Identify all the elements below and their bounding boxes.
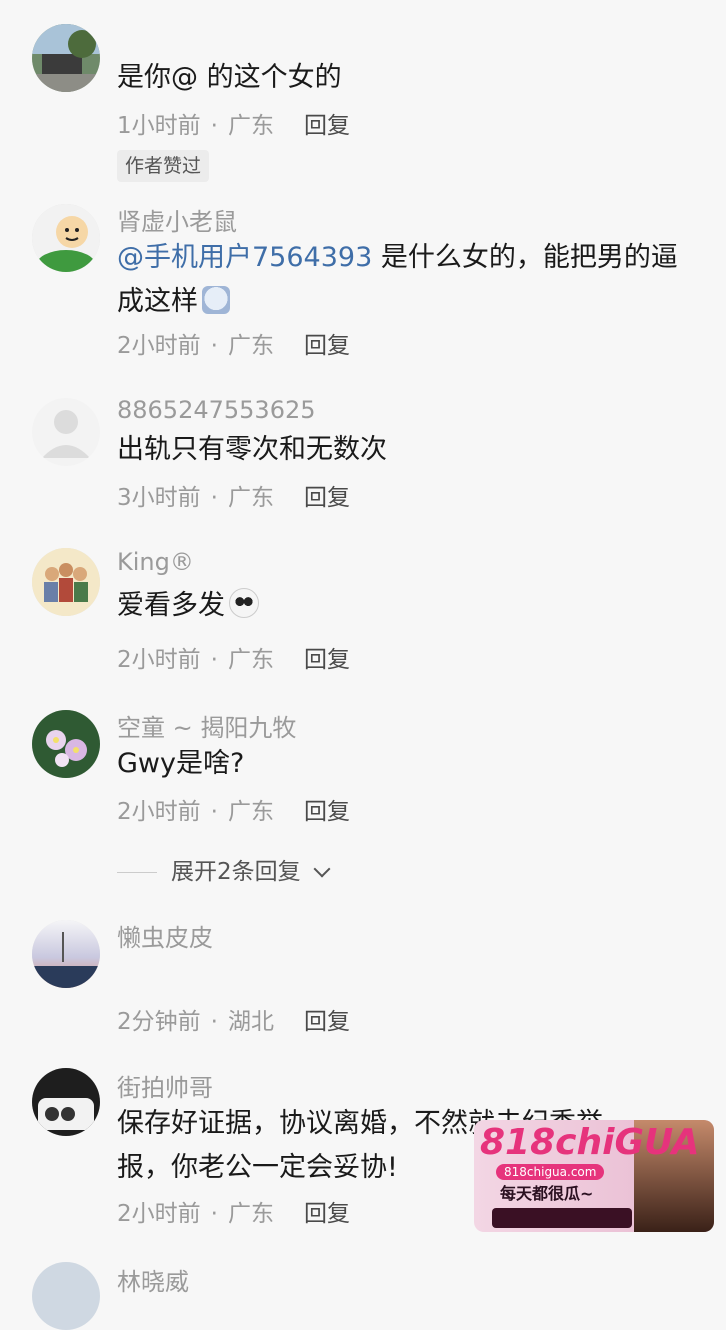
comment-text: @手机用户7564393 是什么女的，能把男的逼成这样 bbox=[117, 236, 687, 324]
comment-meta: 2小时前 · 广东 回复 bbox=[117, 647, 350, 673]
panda-emoji-icon bbox=[229, 588, 259, 618]
mention-link[interactable]: @手机用户7564393 bbox=[117, 242, 372, 273]
reply-button[interactable]: 回复 bbox=[304, 1009, 350, 1035]
comment-text-body: 爱看多发 bbox=[117, 590, 225, 621]
comment-meta: 2小时前 · 广东 回复 bbox=[117, 333, 350, 359]
ad-url: 818chigua.com bbox=[496, 1164, 605, 1180]
comment-username[interactable]: King® bbox=[117, 548, 194, 576]
comment-location: 广东 bbox=[227, 485, 274, 511]
comment-location: 广东 bbox=[227, 113, 274, 139]
comment-text: Gwy是啥? bbox=[117, 748, 245, 779]
avatar[interactable] bbox=[32, 24, 100, 92]
comment-time: 3小时前 bbox=[117, 485, 201, 511]
comment-time: 1小时前 bbox=[117, 113, 201, 139]
avatar-image-cartoon bbox=[32, 204, 100, 272]
comment-location: 广东 bbox=[227, 647, 274, 673]
avatar-image-flower bbox=[32, 710, 100, 778]
comment-username[interactable]: 懒虫皮皮 bbox=[117, 918, 213, 953]
avatar-image-house bbox=[32, 24, 100, 92]
comment-text: 出轨只有零次和无数次 bbox=[117, 434, 387, 465]
comment-username[interactable]: 肾虚小老鼠 bbox=[117, 202, 237, 237]
comment-time: 2小时前 bbox=[117, 647, 201, 673]
default-avatar-icon[interactable] bbox=[32, 398, 100, 466]
reply-button[interactable]: 回复 bbox=[304, 485, 350, 511]
reply-button[interactable]: 回复 bbox=[304, 1201, 350, 1227]
author-liked-badge: 作者赞过 bbox=[117, 150, 210, 182]
avatar[interactable] bbox=[32, 204, 100, 272]
comment-text: 爱看多发 bbox=[117, 584, 687, 628]
user-silhouette-icon bbox=[42, 410, 90, 458]
comment-meta: 2小时前 · 广东 回复 bbox=[117, 799, 350, 825]
comment-meta: 2小时前 · 广东 回复 bbox=[117, 1201, 350, 1227]
avatar[interactable] bbox=[32, 1068, 100, 1136]
watermark-ad-banner[interactable]: 818chiGUA 818chigua.com 每天都很瓜~ bbox=[474, 1120, 714, 1232]
avatar[interactable] bbox=[32, 710, 100, 778]
comment-username[interactable]: 8865247553625 bbox=[117, 396, 316, 424]
avatar[interactable] bbox=[32, 548, 100, 616]
comment-meta: 1小时前 · 广东 回复 bbox=[117, 113, 350, 139]
avatar-image-phone bbox=[32, 1068, 100, 1136]
comment-time: 2小时前 bbox=[117, 799, 201, 825]
chevron-down-icon bbox=[313, 860, 331, 878]
divider-line bbox=[117, 872, 157, 873]
reply-button[interactable]: 回复 bbox=[304, 647, 350, 673]
comment-location: 广东 bbox=[227, 333, 274, 359]
reply-button[interactable]: 回复 bbox=[304, 799, 350, 825]
avatar[interactable] bbox=[32, 1262, 100, 1330]
comment-location: 湖北 bbox=[227, 1009, 274, 1035]
comment-time: 2分钟前 bbox=[117, 1009, 201, 1035]
comment-location: 广东 bbox=[227, 799, 274, 825]
expand-replies-label: 展开2条回复 bbox=[171, 859, 301, 885]
comment-location: 广东 bbox=[227, 1201, 274, 1227]
ad-slogan: 每天都很瓜~ bbox=[500, 1184, 594, 1203]
comment-time: 2小时前 bbox=[117, 333, 201, 359]
avatar-image-sunset bbox=[32, 920, 100, 988]
reply-button[interactable]: 回复 bbox=[304, 113, 350, 139]
ad-logo: 818chiGUA bbox=[480, 1122, 700, 1163]
comment-username[interactable]: 空童 ~ 揭阳九牧 bbox=[117, 708, 296, 743]
comment-meta: 3小时前 · 广东 回复 bbox=[117, 485, 350, 511]
comment-username[interactable]: 街拍帅哥 bbox=[117, 1068, 213, 1103]
avatar[interactable] bbox=[32, 920, 100, 988]
crying-emoji-icon bbox=[202, 286, 230, 314]
avatar-image-group bbox=[32, 548, 100, 616]
comment-time: 2小时前 bbox=[117, 1201, 201, 1227]
expand-replies-button[interactable]: 展开2条回复 bbox=[117, 852, 331, 886]
comment-meta: 2分钟前 · 湖北 回复 bbox=[117, 1009, 350, 1035]
reply-button[interactable]: 回复 bbox=[304, 333, 350, 359]
comment-text: 是你@ 的这个女的 bbox=[117, 62, 342, 93]
ad-info-strip bbox=[492, 1208, 632, 1228]
